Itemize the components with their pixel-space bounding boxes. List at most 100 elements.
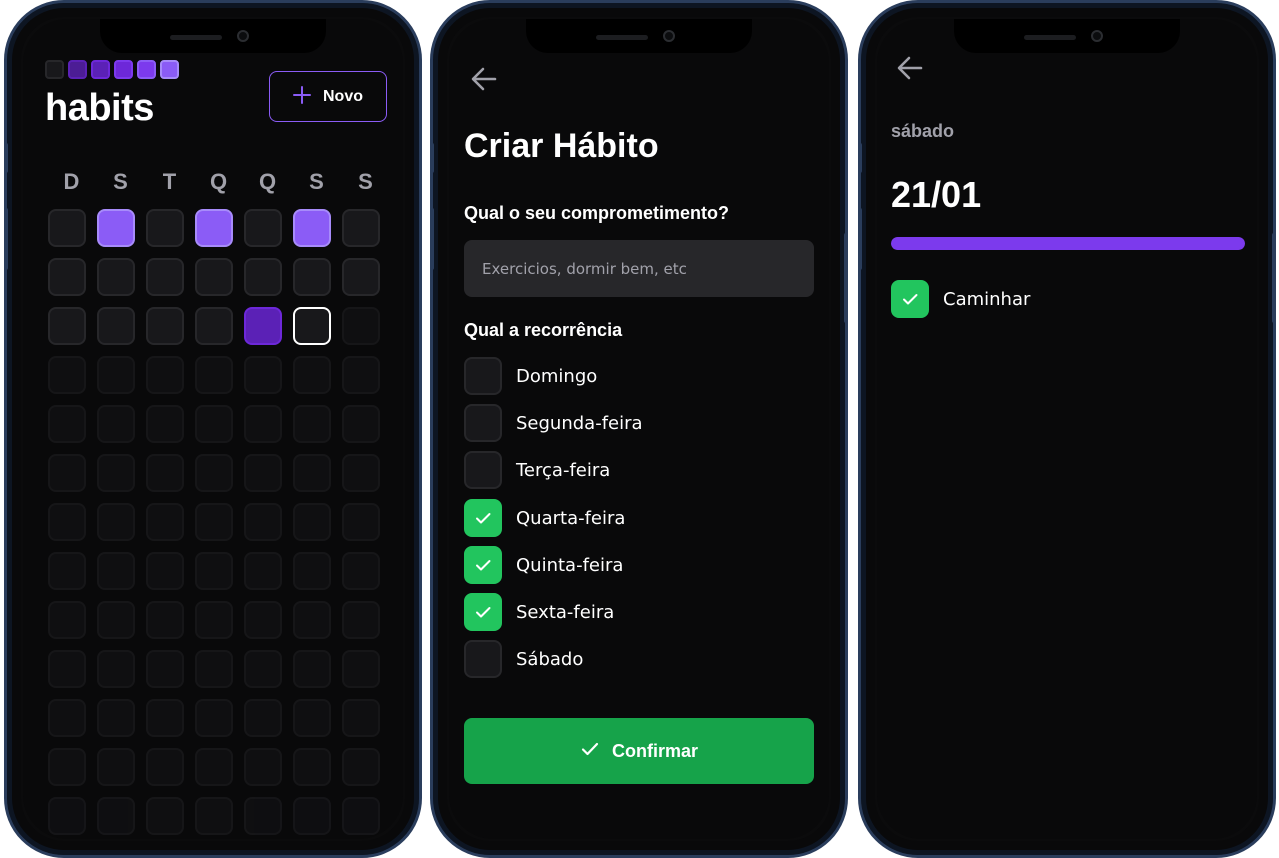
weekday-checkbox-row[interactable]: Quinta-feira — [464, 546, 623, 584]
habit-checkbox[interactable] — [891, 280, 929, 318]
confirm-label: Confirmar — [611, 740, 698, 761]
phone-day-detail: sábado 21/01 Caminhar — [858, 0, 1276, 858]
habit-day-cell — [244, 797, 282, 835]
habit-day-cell — [293, 503, 331, 541]
weekday-label: S — [309, 169, 324, 194]
weekday-header: D S T Q Q S S — [47, 169, 390, 195]
legend-swatch — [91, 60, 110, 79]
habit-day-cell — [48, 503, 86, 541]
habit-day-cell — [48, 797, 86, 835]
habit-day-cell — [195, 650, 233, 688]
habit-day-cell — [146, 699, 184, 737]
habit-day-cell[interactable] — [244, 209, 282, 247]
habit-day-cell — [293, 405, 331, 443]
weekday-label: T — [162, 169, 177, 194]
habit-day-cell — [293, 699, 331, 737]
habit-day-cell[interactable] — [244, 307, 282, 345]
habit-day-cell[interactable] — [97, 209, 135, 247]
habit-day-cell[interactable] — [195, 258, 233, 296]
habit-day-cell — [146, 405, 184, 443]
habit-day-cell[interactable] — [342, 209, 380, 247]
habit-day-cell — [146, 650, 184, 688]
habit-day-cell[interactable] — [293, 258, 331, 296]
day-weekday: sábado — [891, 121, 955, 141]
recurrence-label: Qual a recorrência — [464, 320, 623, 340]
new-habit-button[interactable]: Novo — [269, 71, 387, 122]
habit-day-cell — [293, 356, 331, 394]
habit-day-cell — [342, 503, 380, 541]
habit-day-cell[interactable] — [342, 258, 380, 296]
weekday-checkbox-label: Sexta-feira — [516, 601, 615, 623]
habit-item[interactable]: Caminhar — [891, 280, 1030, 318]
weekday-checkbox-label: Quinta-feira — [516, 554, 624, 576]
habit-day-cell[interactable] — [146, 258, 184, 296]
habit-day-cell[interactable] — [146, 307, 184, 345]
habit-day-cell[interactable] — [293, 307, 331, 345]
habit-day-cell — [342, 405, 380, 443]
confirm-button[interactable]: Confirmar — [464, 718, 814, 784]
habit-day-cell[interactable] — [97, 307, 135, 345]
habit-day-cell[interactable] — [48, 307, 86, 345]
habit-day-cell[interactable] — [48, 258, 86, 296]
plus-icon — [293, 82, 311, 108]
habit-day-cell — [244, 454, 282, 492]
habit-day-cell — [293, 797, 331, 835]
check-icon — [476, 513, 491, 524]
weekday-checkbox-row[interactable]: Segunda-feira — [464, 404, 643, 442]
habit-day-cell[interactable] — [195, 307, 233, 345]
weekday-checkbox-row[interactable]: Sábado — [464, 640, 583, 678]
weekday-checkbox-row[interactable]: Quarta-feira — [464, 499, 625, 537]
habit-day-cell — [342, 356, 380, 394]
weekday-label: S — [358, 169, 373, 194]
commitment-input[interactable] — [464, 240, 814, 297]
habit-day-cell — [97, 699, 135, 737]
habit-day-cell — [146, 503, 184, 541]
check-icon — [580, 739, 600, 764]
habit-day-cell — [97, 797, 135, 835]
habit-day-cell — [195, 356, 233, 394]
weekday-label: D — [63, 169, 80, 194]
day-date: 21/01 — [891, 174, 982, 215]
weekday-checkbox[interactable] — [464, 640, 502, 678]
weekday-checkbox-row[interactable]: Terça-feira — [464, 451, 610, 489]
check-icon — [903, 294, 918, 305]
weekday-checkbox[interactable] — [464, 357, 502, 395]
weekday-checkbox[interactable] — [464, 593, 502, 631]
screen-habits: habits Novo D S T Q Q S S — [23, 19, 403, 839]
habit-day-cell — [195, 601, 233, 639]
habit-day-cell — [97, 503, 135, 541]
screen-day-detail: sábado 21/01 Caminhar — [877, 19, 1257, 839]
arrow-left-icon[interactable] — [895, 53, 925, 87]
habit-day-cell — [244, 405, 282, 443]
habit-day-cell — [293, 552, 331, 590]
weekday-checkbox[interactable] — [464, 546, 502, 584]
habit-label: Caminhar — [943, 288, 1031, 310]
habit-day-cell — [195, 454, 233, 492]
habit-day-cell — [97, 405, 135, 443]
habit-day-cell — [342, 454, 380, 492]
weekday-checkbox[interactable] — [464, 499, 502, 537]
habit-day-cell[interactable] — [244, 258, 282, 296]
habit-day-cell[interactable] — [195, 209, 233, 247]
habit-day-cell[interactable] — [97, 258, 135, 296]
weekday-checkbox-row[interactable]: Domingo — [464, 357, 597, 395]
weekday-checkbox[interactable] — [464, 404, 502, 442]
habit-day-cell[interactable] — [293, 209, 331, 247]
habit-day-cell — [97, 356, 135, 394]
weekday-checkbox-row[interactable]: Sexta-feira — [464, 593, 614, 631]
habit-day-cell — [195, 552, 233, 590]
arrow-left-icon[interactable] — [469, 64, 499, 98]
habit-day-cell — [244, 699, 282, 737]
new-habit-label: Novo — [323, 87, 363, 105]
habit-day-cell[interactable] — [146, 209, 184, 247]
notch — [526, 19, 752, 53]
habit-day-cell — [293, 601, 331, 639]
app-title: habits — [45, 87, 154, 129]
habit-day-cell — [244, 601, 282, 639]
weekday-checkbox[interactable] — [464, 451, 502, 489]
habit-day-cell[interactable] — [48, 209, 86, 247]
habit-day-cell — [293, 650, 331, 688]
page-title: Criar Hábito — [464, 127, 659, 165]
weekday-checkbox-label: Sábado — [516, 648, 584, 670]
habit-day-cell — [195, 699, 233, 737]
